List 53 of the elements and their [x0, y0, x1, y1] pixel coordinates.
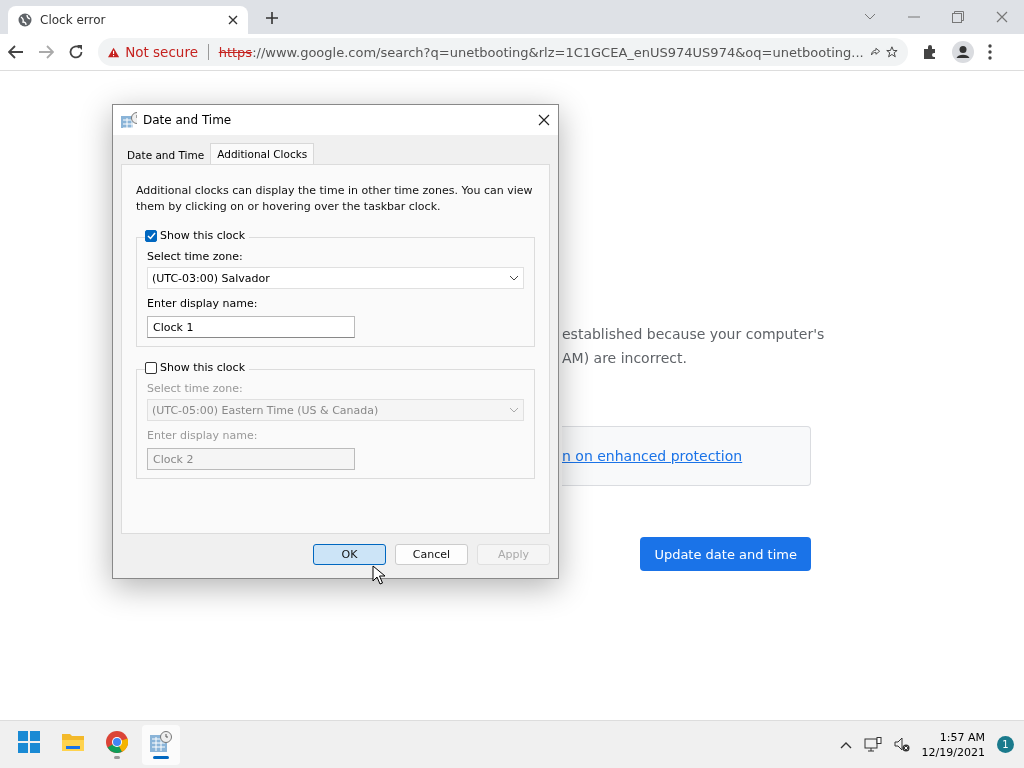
- reload-icon[interactable]: [68, 44, 84, 60]
- speaker-muted-icon[interactable]: [893, 736, 910, 753]
- chevron-up-icon[interactable]: [839, 740, 852, 749]
- taskbar-app[interactable]: [142, 724, 180, 765]
- chevron-down-icon: [509, 407, 519, 413]
- notification-badge[interactable]: 1: [997, 736, 1014, 753]
- tab-title: Clock error: [40, 13, 107, 27]
- field-label: Select time zone:: [147, 382, 244, 395]
- dialog-tab[interactable]: Date and Time: [121, 145, 211, 164]
- back-icon[interactable]: [8, 45, 24, 59]
- menu-icon[interactable]: [988, 44, 992, 60]
- time-zone-dropdown[interactable]: (UTC-03:00) Salvador: [147, 267, 524, 289]
- calendar-clock-icon: [121, 112, 137, 128]
- checkbox-label: Show this clock: [160, 361, 245, 374]
- address-bar[interactable]: Not secure https://www.google.com/search?q=unetbooting&rlz=1C1GCEA_enUS974US974&oq=unetbooting...: [98, 38, 908, 66]
- warning-icon: [108, 45, 120, 59]
- profile-icon[interactable]: [952, 41, 974, 63]
- close-icon[interactable]: [228, 15, 238, 25]
- globe-icon: [18, 13, 32, 27]
- plus-icon[interactable]: [265, 11, 279, 25]
- chevron-down-icon: [509, 275, 519, 281]
- dialog-button[interactable]: OK: [313, 544, 386, 565]
- paragraph-text: AM) are incorrect.: [562, 349, 688, 368]
- browser-icon[interactable]: [106, 730, 128, 753]
- clock-time: 1:57 AM: [939, 729, 985, 745]
- field-label: Enter display name:: [147, 297, 259, 310]
- security-label: Not secure: [125, 44, 198, 60]
- calendar-clock-icon[interactable]: [150, 730, 172, 753]
- browser-tab[interactable]: Clock error: [8, 6, 248, 34]
- puzzle-icon[interactable]: [922, 44, 938, 60]
- taskbar-clock[interactable]: 1:57 AM 12/19/2021: [921, 729, 985, 760]
- update-date-button[interactable]: Update date and time: [640, 537, 811, 571]
- dialog-tab[interactable]: Additional Clocks: [210, 143, 315, 164]
- field-label: Select time zone:: [147, 250, 244, 263]
- checkbox[interactable]: [145, 229, 157, 242]
- clock-date: 12/19/2021: [921, 744, 985, 760]
- windows-icon[interactable]: [18, 730, 40, 753]
- description-text: Additional clocks can display the time in other time zones. You can view them by clicking on or hovering over the taskbar clock.: [136, 183, 534, 215]
- paragraph-text: established because your computer's: [562, 325, 826, 344]
- close-icon[interactable]: [538, 114, 550, 126]
- restore-icon[interactable]: [952, 11, 964, 23]
- checkbox-label: Show this clock: [160, 229, 245, 242]
- network-icon[interactable]: [863, 736, 882, 753]
- display-name-field[interactable]: Clock 1: [147, 316, 355, 338]
- chevron-icon[interactable]: [864, 13, 876, 21]
- url-text: https://www.google.com/search?q=unetbooting&rlz=1C1GCEA_enUS974US974&oq=unetbooting...: [218, 44, 864, 60]
- enhanced-protection-link[interactable]: n on enhanced protection: [562, 448, 743, 464]
- checkbox[interactable]: [145, 361, 157, 374]
- cursor-icon: [372, 565, 386, 585]
- star-icon[interactable]: [886, 44, 898, 60]
- dialog-button[interactable]: Cancel: [395, 544, 468, 565]
- field-label: Enter display name:: [147, 429, 259, 442]
- dialog-title: Date and Time: [143, 113, 233, 127]
